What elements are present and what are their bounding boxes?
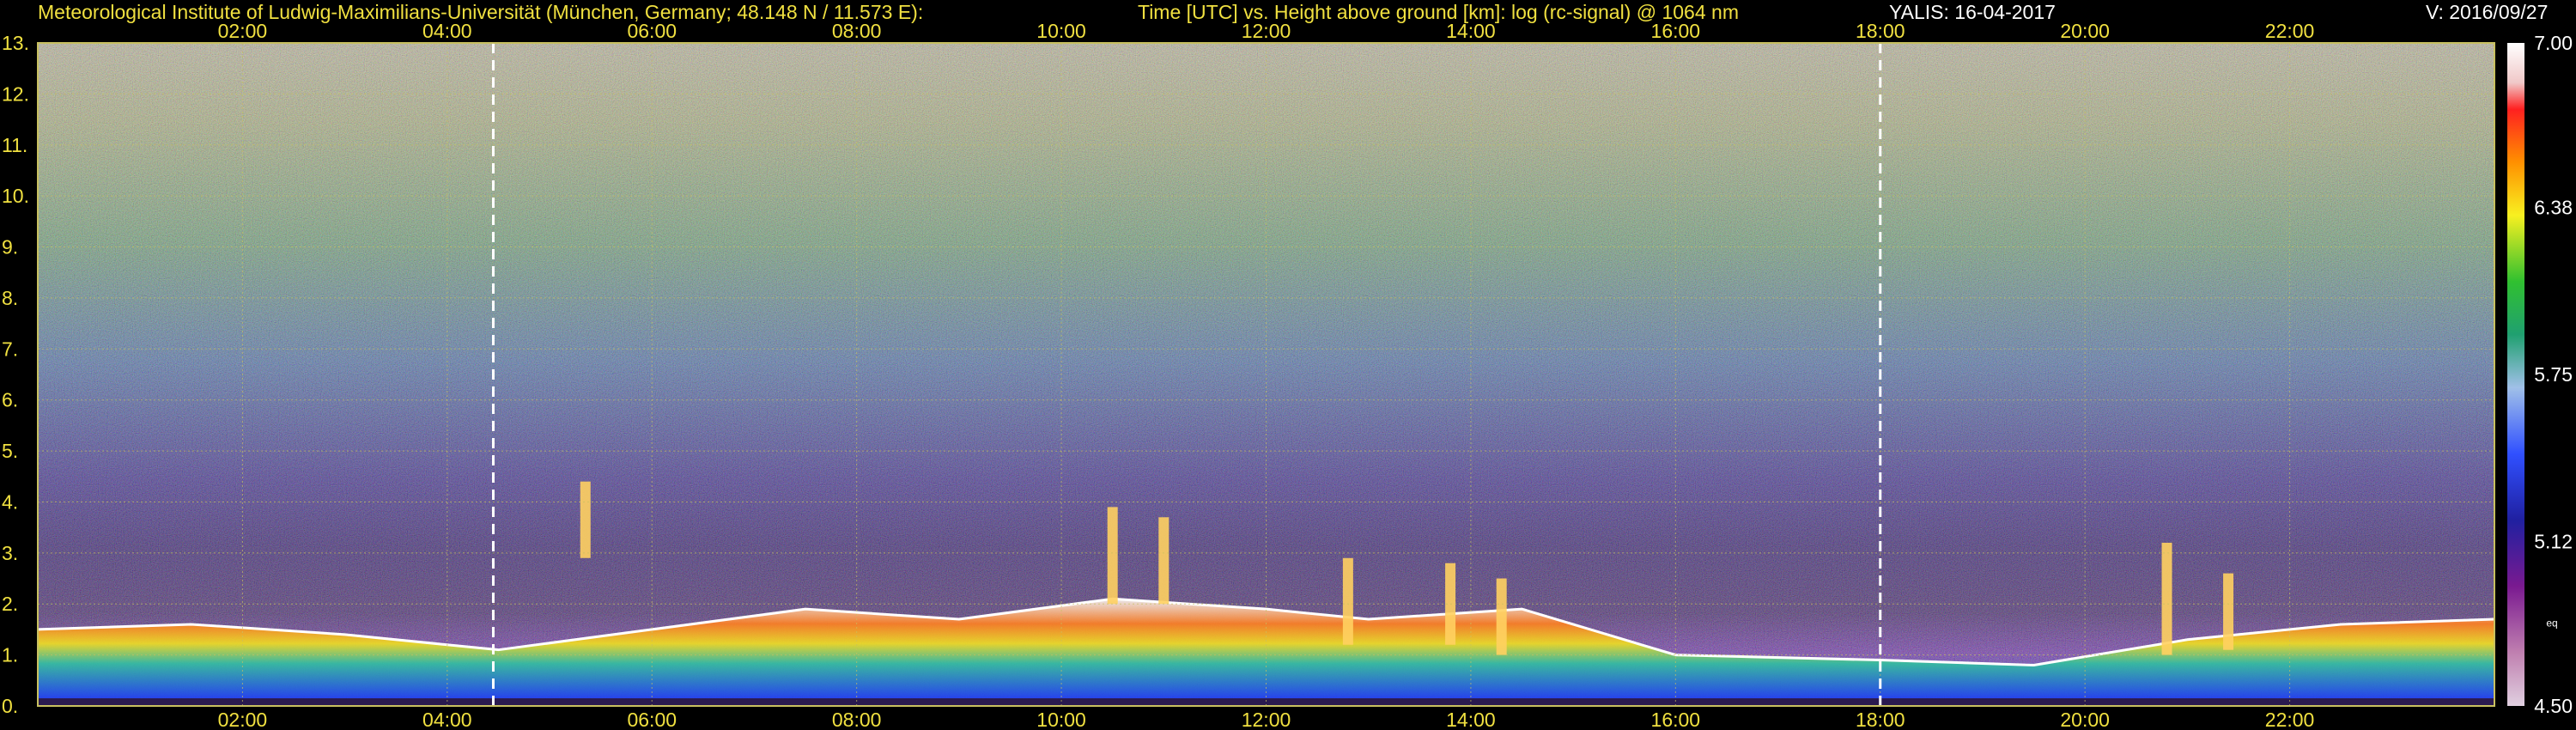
colorbar-label: eq [2546,617,2557,629]
x-tick-label-top: 10:00 [1036,20,1086,42]
y-tick-label: 10. [2,185,29,207]
colorbar-tick-label: 6.38 [2534,196,2573,218]
x-tick-label-top: 20:00 [2060,20,2110,42]
cloud-plume [1107,507,1118,605]
x-tick-label-bottom: 22:00 [2265,709,2315,730]
y-tick-label: 8. [2,287,18,309]
x-tick-label-top: 04:00 [422,20,472,42]
x-tick-label-bottom: 02:00 [218,709,268,730]
y-tick-label: 2. [2,593,18,615]
y-tick-label: 4. [2,490,18,513]
y-tick-label: 13. [2,32,29,54]
y-tick-label: 0. [2,695,18,717]
x-tick-label-bottom: 18:00 [1856,709,1905,730]
colorbar-tick-label: 5.12 [2534,531,2573,553]
colorbar-scale [2507,43,2524,706]
x-tick-label-bottom: 10:00 [1036,709,1086,730]
x-tick-label-bottom: 20:00 [2060,709,2110,730]
x-tick-label-bottom: 04:00 [422,709,472,730]
lidar-heatmap-chart: 02:00 02:00 04:00 04:00 06:00 06:00 08:00 08:00… [2,20,2573,730]
x-tick-label-top: 08:00 [832,20,882,42]
y-tick-label: 9. [2,236,18,259]
x-tick-label-bottom: 06:00 [627,709,677,730]
x-tick-label-top: 02:00 [218,20,268,42]
colorbar-tick-label: 4.50 [2534,695,2573,717]
x-tick-label-bottom: 12:00 [1242,709,1291,730]
cloud-plume [580,481,591,558]
cloud-plume [2161,542,2172,655]
x-tick-label-bottom: 16:00 [1651,709,1701,730]
y-tick-label: 1. [2,644,18,666]
y-tick-label: 12. [2,82,29,105]
x-tick-label-top: 06:00 [627,20,677,42]
y-tick-label: 3. [2,542,18,564]
x-tick-label-top: 14:00 [1446,20,1496,42]
cloud-plume [1158,517,1170,605]
x-tick-label-top: 18:00 [1856,20,1905,42]
y-tick-label: 6. [2,389,18,411]
cloud-plume [2223,573,2234,650]
x-tick-label-top: 22:00 [2265,20,2315,42]
x-tick-label-top: 16:00 [1651,20,1701,42]
y-tick-label: 5. [2,440,18,462]
cloud-plume [1342,557,1353,645]
x-tick-label-bottom: 08:00 [832,709,882,730]
x-tick-label-bottom: 14:00 [1446,709,1496,730]
colorbar-tick-label: 5.75 [2534,363,2573,386]
colorbar-tick-label: 7.00 [2534,32,2573,54]
x-tick-label-top: 12:00 [1242,20,1291,42]
cloud-plume [1496,578,1507,655]
y-tick-label: 11. [2,134,27,156]
y-tick-label: 7. [2,338,18,360]
